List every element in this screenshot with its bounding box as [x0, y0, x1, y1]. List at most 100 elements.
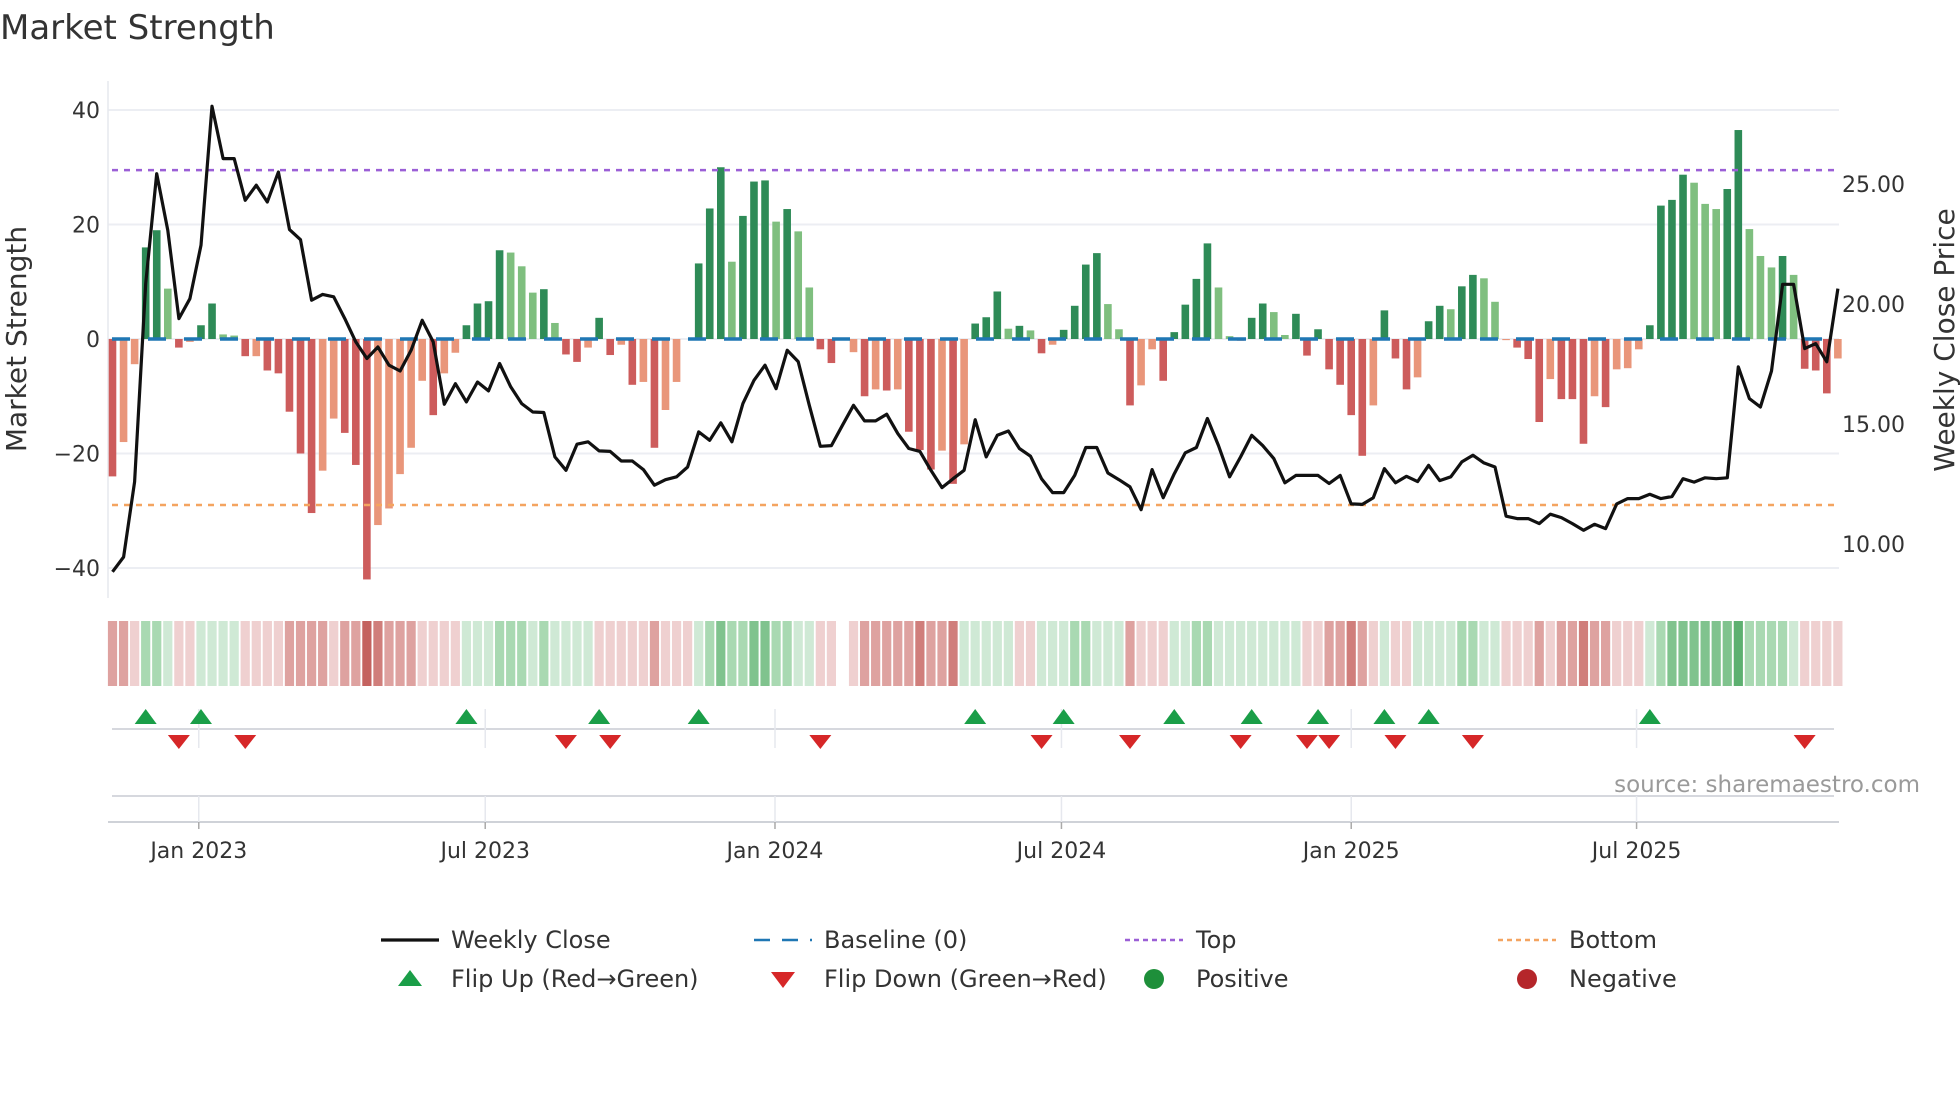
regime-cell: [340, 621, 350, 686]
regime-cell: [428, 621, 438, 686]
x-tick-label: Jul 2025: [1590, 839, 1682, 864]
strength-bar: [573, 339, 581, 362]
regime-cell: [671, 621, 682, 686]
regime-cell: [1755, 621, 1766, 686]
regime-cell: [174, 621, 184, 686]
triangle-down-icon: [771, 972, 795, 988]
strength-bar: [1336, 339, 1344, 385]
strength-bar: [108, 339, 117, 477]
regime-cell: [218, 621, 228, 686]
strength-bar: [329, 339, 338, 419]
strength-bar: [1181, 304, 1190, 339]
strength-bar: [285, 339, 294, 412]
strength-bar: [164, 288, 172, 339]
legend-item-bottom: Bottom: [1498, 926, 1657, 954]
y2-tick-label: 10.00: [1842, 533, 1905, 558]
regime-cell: [848, 621, 859, 686]
regime-cell: [760, 621, 770, 686]
strength-bar: [152, 230, 161, 339]
strength-bar: [374, 339, 382, 526]
regime-cell: [1800, 621, 1810, 686]
regime-cell: [1048, 621, 1058, 686]
regime-cell: [207, 621, 217, 686]
regime-cell: [1313, 621, 1323, 686]
regime-cell: [262, 621, 272, 686]
y-axis-label: Market Strength: [0, 226, 33, 452]
strength-bar: [1093, 253, 1101, 339]
regime-cell: [859, 621, 870, 686]
regime-cell: [1667, 621, 1677, 686]
regime-cell: [196, 621, 206, 686]
circle-icon: [1517, 969, 1537, 989]
regime-cell: [1822, 621, 1832, 686]
legend-item-flipdown: Flip Down (Green→Red): [771, 965, 1107, 993]
strength-bar: [1458, 286, 1466, 339]
strength-bar: [473, 303, 482, 339]
strength-bar: [1657, 205, 1665, 339]
regime-cell: [118, 621, 129, 686]
flip-up-marker: [1373, 709, 1396, 724]
flip-down-marker: [234, 735, 257, 749]
strength-bar: [352, 339, 360, 465]
flip-up-marker: [588, 709, 611, 724]
strength-bar: [1646, 325, 1654, 339]
regime-cell: [660, 621, 671, 686]
strength-bar: [1004, 328, 1013, 339]
y-tick-label: 40: [72, 99, 100, 124]
regime-cell: [882, 621, 892, 686]
regime-cell: [1213, 621, 1224, 686]
x-tick-label: Jan 2024: [725, 839, 824, 864]
strength-bar: [528, 292, 537, 339]
x-tick-label: Jul 2024: [1015, 839, 1107, 864]
regime-cell: [141, 621, 151, 686]
flip-up-marker: [687, 709, 710, 724]
strength-bar: [860, 339, 869, 397]
regime-cell: [948, 621, 958, 686]
regime-cell: [1811, 621, 1821, 686]
flip-down-marker: [1119, 735, 1142, 749]
strength-bar: [1491, 301, 1499, 339]
legend: Weekly Close Baseline (0) Top Bottom Flip Up…: [381, 926, 1677, 993]
regime-cell: [683, 621, 693, 686]
regime-cell: [185, 621, 195, 686]
regime-cell: [1623, 621, 1633, 686]
x-axis-ticks: Jan 2023 Jul 2023 Jan 2024 Jul 2024 Jan 2025…: [148, 796, 1681, 864]
x-tick-label: Jul 2023: [438, 839, 530, 864]
strength-bar: [1281, 334, 1289, 339]
strength-bar: [1303, 339, 1311, 356]
legend-label: Negative: [1569, 965, 1677, 993]
regime-cell: [782, 621, 792, 686]
regime-cell: [528, 621, 538, 686]
regime-cell: [395, 621, 405, 686]
flip-down-marker: [1030, 735, 1053, 749]
regime-cell: [1424, 621, 1434, 686]
legend-label: Bottom: [1569, 926, 1657, 954]
regime-cell: [1368, 621, 1378, 686]
regime-cell: [1645, 621, 1655, 686]
flip-up-marker: [964, 709, 987, 724]
strength-bar: [772, 221, 780, 339]
regime-cell: [826, 621, 836, 686]
strength-bar: [960, 339, 968, 445]
regime-cell: [1247, 621, 1257, 686]
strength-bar: [1446, 309, 1455, 339]
y-tick-label: −20: [54, 443, 100, 468]
regime-cell: [804, 621, 814, 686]
regime-cell: [1081, 621, 1091, 686]
strength-bar: [916, 339, 924, 451]
regime-cell: [1412, 621, 1423, 686]
regime-cell: [727, 621, 737, 686]
regime-cell: [981, 621, 991, 686]
strength-bar: [451, 339, 460, 353]
strength-bar: [1126, 339, 1134, 406]
flip-down-marker: [809, 735, 832, 749]
regime-cell: [1578, 621, 1589, 686]
flip-up-marker: [189, 709, 212, 724]
y-tick-label: 0: [86, 328, 100, 353]
regime-cell: [1280, 621, 1290, 686]
strength-bar: [1369, 339, 1378, 406]
regime-cell: [373, 621, 383, 686]
strength-bar: [1734, 130, 1743, 339]
regime-cell: [572, 621, 582, 686]
strength-bar: [363, 339, 371, 580]
